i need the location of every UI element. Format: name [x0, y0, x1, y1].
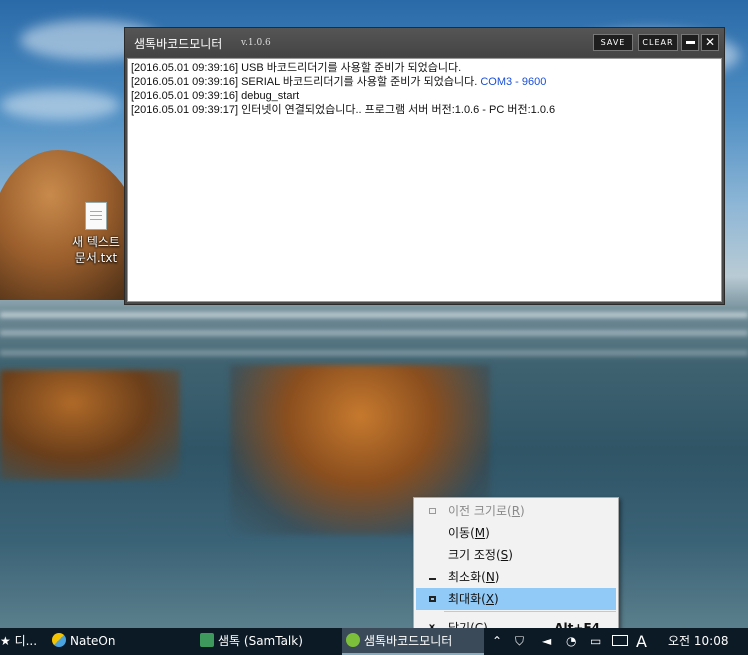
taskbar-item-barcode-monitor[interactable]: 샘톡바코드모니터 [342, 628, 484, 655]
text-file-icon [85, 202, 107, 230]
barcode-monitor-window: 샘톡바코드모니터 v.1.0.6 SAVE CLEAR ✕ [2016.05.0… [124, 27, 725, 305]
window-titlebar[interactable]: 샘톡바코드모니터 v.1.0.6 SAVE CLEAR ✕ [125, 28, 724, 57]
desktop-icon-text-file[interactable]: 새 텍스트 문서.txt [64, 202, 128, 266]
menu-separator [444, 611, 616, 612]
system-context-menu: 이전 크기로(R) 이동(M) 크기 조정(S) 최소화(N) 최대화(X) x… [413, 497, 619, 643]
save-button[interactable]: SAVE [593, 34, 633, 51]
menu-item-accel-key: M [474, 526, 486, 540]
menu-item-accel-key: X [485, 592, 495, 606]
log-line-text: [2016.05.01 09:39:16] USB 바코드리더기를 사용할 준비… [131, 62, 462, 74]
menu-item-move[interactable]: 이동(M) [416, 522, 616, 544]
wallpaper-surf [0, 330, 748, 336]
app-version: v.1.0.6 [241, 38, 271, 48]
window-title: 샘톡바코드모니터 [134, 37, 223, 51]
clear-button[interactable]: CLEAR [638, 34, 678, 51]
menu-item-label: 이동 [448, 526, 471, 540]
log-line: [2016.05.01 09:39:17] 인터넷이 연결되었습니다.. 프로그… [131, 103, 718, 117]
samtalk-icon [200, 633, 214, 647]
wallpaper-surf [0, 350, 748, 356]
nateon-icon [52, 633, 66, 647]
tray-speaker-icon[interactable]: ◄ [542, 628, 551, 655]
log-line: [2016.05.01 09:39:16] USB 바코드리더기를 사용할 준비… [131, 61, 718, 75]
menu-item-accel-key: S [500, 548, 509, 562]
menu-item-label: 최대화 [448, 592, 482, 606]
tray-wifi-icon[interactable]: ◔ [566, 628, 576, 655]
menu-item-label: 최소화 [448, 570, 482, 584]
log-line-text: [2016.05.01 09:39:16] debug_start [131, 90, 300, 102]
taskbar-item-label: 샘톡바코드모니터 [364, 634, 453, 648]
menu-item-label: 크기 조정 [448, 548, 496, 562]
menu-item-size[interactable]: 크기 조정(S) [416, 544, 616, 566]
wallpaper-surf [0, 312, 748, 318]
wallpaper-cloud [0, 90, 120, 120]
tray-ime-indicator[interactable]: A [636, 628, 647, 655]
menu-item-restore[interactable]: 이전 크기로(R) [416, 500, 616, 522]
taskbar-item-desktop[interactable]: ★ 디... [0, 628, 44, 655]
wallpaper-reflection [0, 370, 180, 480]
tray-notification-icon[interactable] [612, 628, 628, 655]
menu-item-minimize[interactable]: 최소화(N) [416, 566, 616, 588]
log-line: [2016.05.01 09:39:16] SERIAL 바코드리더기를 사용할… [131, 75, 718, 89]
restore-icon [426, 500, 438, 523]
taskbar-item-nateon[interactable]: NateOn [48, 628, 188, 655]
close-button[interactable]: ✕ [701, 34, 719, 51]
menu-item-maximize[interactable]: 최대화(X) [416, 588, 616, 610]
log-line-text: [2016.05.01 09:39:17] 인터넷이 연결되었습니다.. 프로그… [131, 104, 556, 116]
taskbar-item-samtalk[interactable]: 샘톡 (SamTalk) [196, 628, 338, 655]
log-line-port: COM3 - 9600 [480, 76, 547, 88]
menu-item-accel-key: R [511, 504, 521, 518]
log-line: [2016.05.01 09:39:16] debug_start [131, 89, 718, 103]
log-output[interactable]: [2016.05.01 09:39:16] USB 바코드리더기를 사용할 준비… [127, 58, 722, 302]
log-line-text: [2016.05.01 09:39:16] SERIAL 바코드리더기를 사용할… [131, 76, 481, 88]
minimize-icon [426, 566, 438, 589]
taskbar: ★ 디... NateOn 샘톡 (SamTalk) 샘톡바코드모니터 ⌃ ⛉ … [0, 628, 748, 655]
menu-item-label: 이전 크기로 [448, 504, 508, 518]
taskbar-item-label: NateOn [70, 634, 116, 648]
tray-clock[interactable]: 오전 10:08 [668, 628, 728, 655]
tray-security-icon[interactable]: ⛉ [515, 628, 524, 655]
barcode-monitor-icon [346, 633, 360, 647]
minimize-button[interactable] [681, 34, 699, 51]
desktop-icon-label-line2: 문서.txt [74, 251, 118, 265]
menu-item-accel-key: N [485, 570, 495, 584]
tray-battery-icon[interactable]: ▭ [590, 628, 601, 655]
tray-chevron-up-icon[interactable]: ⌃ [492, 628, 502, 655]
desktop-icon-label-line1: 새 텍스트 [72, 235, 120, 249]
taskbar-item-label: 샘톡 (SamTalk) [218, 634, 303, 648]
minimize-icon [685, 41, 695, 44]
maximize-icon [426, 588, 438, 611]
